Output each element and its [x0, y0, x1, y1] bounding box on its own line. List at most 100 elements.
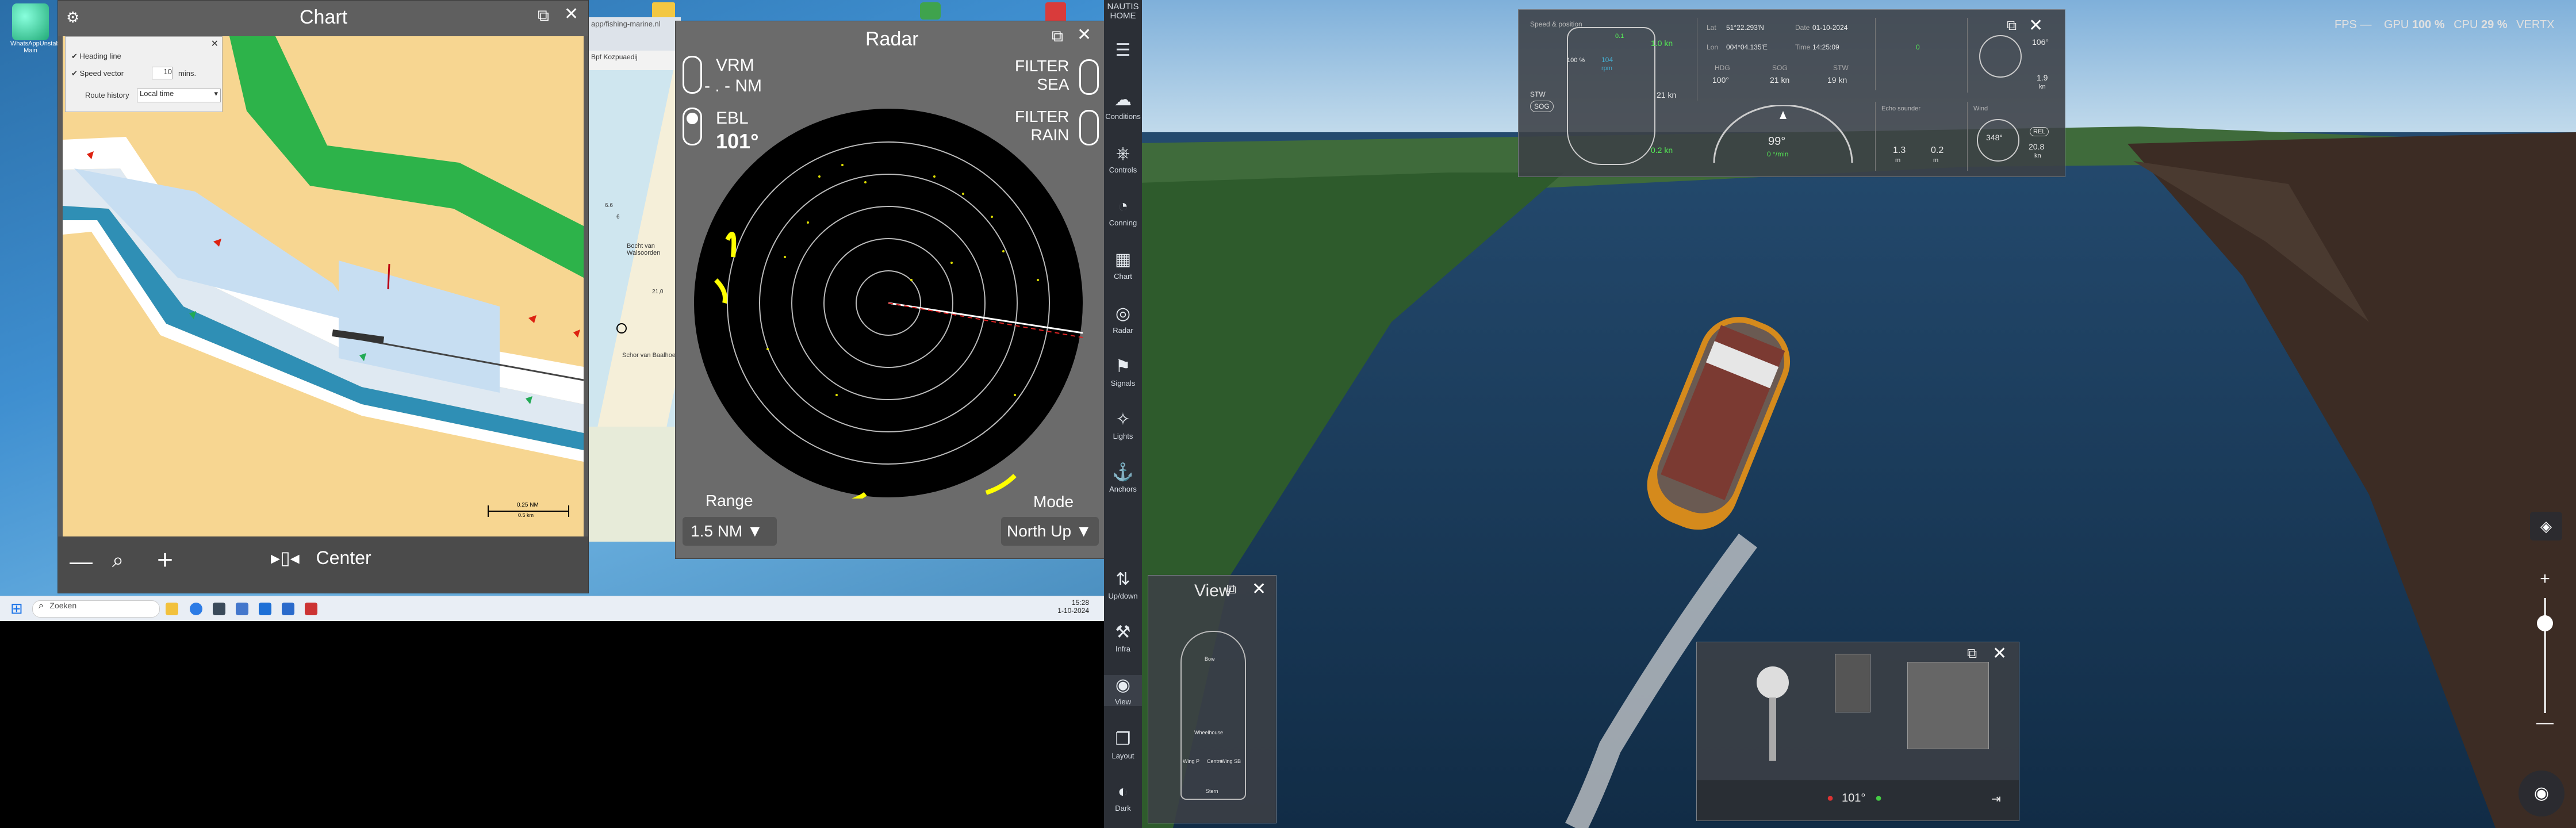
- toggle-view-icon[interactable]: ◈: [2530, 512, 2562, 540]
- app-icon[interactable]: [236, 603, 248, 615]
- popout-icon[interactable]: ⧉: [538, 6, 549, 25]
- pdf-icon[interactable]: [1045, 2, 1066, 23]
- zoom-slider[interactable]: + —: [2533, 569, 2556, 742]
- vrm-toggle[interactable]: [683, 56, 702, 94]
- sidebar-label: Chart: [1114, 272, 1132, 281]
- app-shortcut-icon[interactable]: [920, 2, 941, 20]
- sidebar-item-conditions[interactable]: ☁ Conditions: [1104, 90, 1142, 121]
- zoom-out-icon[interactable]: —: [70, 549, 93, 575]
- menu-icon[interactable]: ☰: [1104, 40, 1142, 60]
- radar-window: Radar ⧉ ✕ VRM - . - NM EBL 101° FILTER S…: [675, 21, 1104, 559]
- sidebar-item-radar[interactable]: ◎ Radar: [1104, 304, 1142, 335]
- popout-icon[interactable]: ⧉: [1967, 646, 1977, 662]
- view-wheelhouse[interactable]: Wheelhouse: [1194, 730, 1223, 735]
- heading-line-option[interactable]: ✔ Heading line: [71, 52, 121, 61]
- outlook-icon[interactable]: [259, 603, 271, 615]
- center-button[interactable]: ▸▯◂ Center: [271, 547, 371, 569]
- browser-tab[interactable]: Bpf Kozpuaedij: [589, 51, 681, 70]
- taskbar-clock[interactable]: 15:28 1-10-2024: [1057, 599, 1089, 615]
- rel-toggle[interactable]: REL: [2030, 127, 2049, 136]
- wind-block: Wind 348° REL 20.8 kn: [1967, 102, 2060, 171]
- stw-value: 19 kn: [1827, 75, 1847, 85]
- telegraph-handle[interactable]: [1757, 666, 1789, 699]
- close-icon[interactable]: ✕: [564, 4, 578, 24]
- sidebar-item-controls[interactable]: ⎈ Controls: [1104, 144, 1142, 174]
- mode-select[interactable]: North Up ▼: [1001, 517, 1099, 546]
- sidebar-item-infra[interactable]: ⚒ Infra: [1104, 622, 1142, 653]
- popout-icon[interactable]: ⧉: [2007, 18, 2017, 34]
- windows-start-icon[interactable]: ⊞: [10, 600, 23, 618]
- speed-vector-input[interactable]: 10: [152, 67, 172, 79]
- rudder-wheel[interactable]: [1835, 654, 1870, 712]
- controls-panel: ⧉ ✕ ● 101° ● ⇥: [1696, 642, 2019, 821]
- range-select[interactable]: 1.5 NM ▼: [683, 517, 777, 546]
- grid-icon: ▦: [1114, 250, 1132, 269]
- close-icon[interactable]: ✕: [1077, 25, 1091, 45]
- sidebar-label: Signals: [1110, 379, 1136, 388]
- zoom-out-icon[interactable]: —: [2533, 713, 2556, 733]
- settings-gear-icon[interactable]: ⚙: [66, 9, 79, 26]
- zoom-in-icon[interactable]: +: [2533, 569, 2556, 589]
- edge-icon[interactable]: [190, 603, 202, 615]
- route-history-select[interactable]: Local time ▾: [137, 89, 221, 102]
- date-value: 01-10-2024: [1812, 24, 1848, 32]
- view-stern[interactable]: Stern: [1206, 788, 1218, 794]
- arrow-right-icon[interactable]: ⇥: [1991, 792, 2001, 806]
- vrm-label: VRM: [716, 56, 754, 75]
- sidebar-item-signals[interactable]: ⚑ Signals: [1104, 356, 1142, 388]
- map-label: Bocht van Walsoorden: [627, 243, 661, 256]
- taskbar-search[interactable]: ⌕ Zoeken: [32, 600, 160, 618]
- view-centre[interactable]: Centre: [1207, 758, 1222, 764]
- popout-icon[interactable]: ⧉: [1226, 581, 1236, 597]
- nautis-home-link[interactable]: NAUTIS HOME: [1104, 2, 1142, 21]
- time-label: Time: [1795, 43, 1811, 51]
- sidebar-item-view[interactable]: ◉ View: [1104, 675, 1142, 706]
- vertx-label: VERTX: [2516, 18, 2555, 31]
- updown-icon: ⇅: [1116, 570, 1130, 589]
- sidebar-item-dark[interactable]: ◐ Dark: [1104, 782, 1142, 812]
- file-explorer-icon[interactable]: [166, 603, 178, 615]
- simulator-view[interactable]: FPS — GPU 100 % CPU 29 % VERTX Speed & p…: [1104, 0, 2576, 828]
- zoom-thumb[interactable]: [2537, 615, 2553, 631]
- filter-sea-toggle[interactable]: [1079, 59, 1099, 95]
- sidebar-item-updown[interactable]: ⇅ Up/down: [1104, 569, 1142, 600]
- thruster-control[interactable]: [1907, 662, 1989, 749]
- telegraph-lever[interactable]: [1769, 697, 1776, 761]
- mode-value: North Up: [1007, 522, 1072, 540]
- browser-map[interactable]: Bocht van Walsoorden Schor van Baalhoek …: [589, 70, 681, 542]
- popout-icon[interactable]: ⧉: [1052, 27, 1063, 46]
- sidebar-item-conning[interactable]: ◔ Conning: [1104, 197, 1142, 227]
- perf-bar: FPS — GPU 100 % CPU 29 % VERTX: [2334, 18, 2555, 32]
- search-icon[interactable]: ⌕: [112, 548, 124, 573]
- close-icon[interactable]: ✕: [1992, 643, 2007, 664]
- view-bow[interactable]: Bow: [1205, 656, 1215, 662]
- search-placeholder: Zoeken: [49, 601, 77, 610]
- center-label: Center: [316, 547, 371, 568]
- browser-address-bar[interactable]: app/fishing-marine.nl: [589, 17, 681, 51]
- rudder-value: 99°: [1768, 135, 1786, 148]
- close-settings-icon[interactable]: ✕: [211, 38, 218, 49]
- desktop-icon-app[interactable]: WhatsAppUnstable Main: [10, 3, 64, 54]
- chevron-down-icon: ▾: [214, 89, 218, 98]
- store-icon[interactable]: [213, 603, 225, 615]
- chart-toolbar: — ⌕ + ▸▯◂ Center: [58, 536, 588, 593]
- app-icon[interactable]: [282, 603, 294, 615]
- close-icon[interactable]: ✕: [1252, 579, 1266, 599]
- cloud-icon: ☁: [1114, 90, 1132, 109]
- view-wing-p[interactable]: Wing P: [1183, 758, 1199, 764]
- radar-icon: ◎: [1115, 304, 1131, 323]
- camera-control-icon[interactable]: ◉: [2518, 770, 2564, 816]
- view-wing-sb[interactable]: Wing SB: [1221, 758, 1241, 764]
- speed-vector-option[interactable]: ✔ Speed vector: [71, 69, 124, 78]
- close-icon[interactable]: ✕: [2029, 16, 2043, 36]
- zoom-in-icon[interactable]: +: [157, 545, 173, 576]
- chevron-down-icon: ▼: [1075, 522, 1092, 540]
- sidebar-item-chart[interactable]: ▦ Chart: [1104, 250, 1142, 281]
- sidebar-item-anchors[interactable]: ⚓ Anchors: [1104, 462, 1142, 493]
- chart-titlebar[interactable]: ⚙ Chart ⧉ ✕: [58, 1, 588, 36]
- sidebar-item-lights[interactable]: ✧ Lights: [1104, 409, 1142, 440]
- radar-scope[interactable]: [693, 108, 1084, 499]
- sidebar-item-layout[interactable]: ❐ Layout: [1104, 729, 1142, 760]
- app-icon[interactable]: [305, 603, 317, 615]
- sog-toggle[interactable]: SOG: [1530, 101, 1554, 112]
